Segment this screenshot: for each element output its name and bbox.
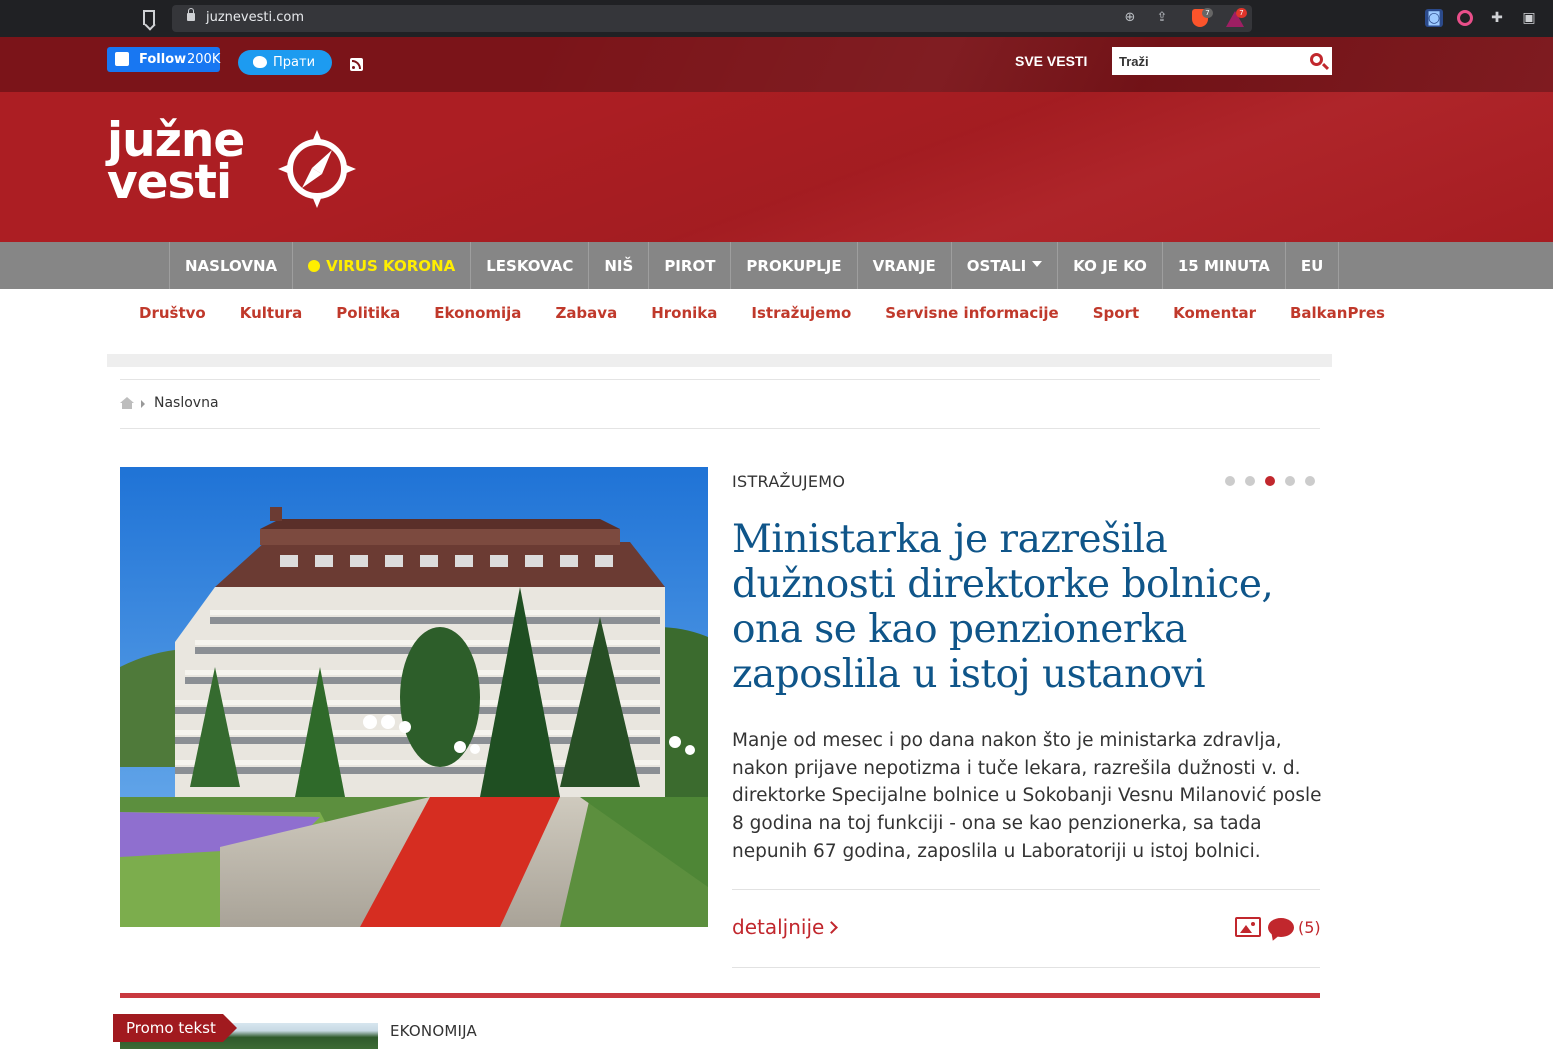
slider-dot[interactable] [1225,476,1235,486]
category-link-istrazujemo[interactable]: Istražujemo [751,304,851,326]
article-category[interactable]: ISTRAŽUJEMO [732,472,845,491]
ad-placeholder-bar [107,354,1332,367]
twitter-follow-button[interactable]: Прати [238,50,332,75]
category-link-drustvo[interactable]: Društvo [139,304,206,326]
share-icon[interactable]: ⇪ [1154,10,1170,26]
article-lead: Manje od mesec i po dana nakon što je mi… [732,730,1322,862]
category-link-zabava[interactable]: Zabava [555,304,617,326]
divider [732,889,1320,890]
nav-item-naslovna[interactable]: NASLOVNA [169,242,292,289]
breadcrumb: Naslovna [120,379,1320,429]
promo-article-category[interactable]: EKONOMIJA [390,1022,477,1040]
category-link-politika[interactable]: Politika [336,304,400,326]
facebook-follow-button[interactable]: Follow 200K [107,47,220,72]
top-bar: Follow 200K Прати SVE VESTI [0,37,1553,92]
facebook-thumb-icon [115,52,129,66]
lock-icon [187,8,195,21]
slider-dot[interactable] [1245,476,1255,486]
zoom-icon[interactable]: ⊕ [1122,10,1138,26]
category-link-servisne-informacije[interactable]: Servisne informacije [885,304,1058,326]
slider-pagination [1225,476,1325,486]
main-navigation: NASLOVNA VIRUS KORONA LESKOVAC NIŠ PIROT… [0,242,1553,289]
read-more-label: detaljnije [732,915,825,939]
featured-article-image[interactable] [120,467,708,927]
rss-icon[interactable] [350,58,363,71]
section-divider [120,993,1320,998]
facebook-follow-count: 200K [187,52,221,67]
nav-item-pirot[interactable]: PIROT [648,242,730,289]
nav-item-15-minuta[interactable]: 15 MINUTA [1161,242,1285,289]
browser-toolbar: juznevesti.com ⊕ ⇪ 7 7 ◙ ✚ ▣ [0,0,1553,37]
category-link-sport[interactable]: Sport [1093,304,1139,326]
virus-icon [308,260,321,272]
slider-dot-active[interactable] [1265,476,1275,486]
compass-logo-icon [278,130,356,208]
category-link-ekonomija[interactable]: Ekonomija [434,304,521,326]
nav-item-leskovac[interactable]: LESKOVAC [470,242,588,289]
facebook-follow-label: Follow [139,52,187,67]
sidebar-toggle-icon[interactable]: ▣ [1520,9,1538,27]
chevron-right-icon [141,400,145,408]
bookmark-icon[interactable] [143,10,155,25]
logo-line2: vesti [107,155,232,211]
category-link-komentar[interactable]: Komentar [1173,304,1256,326]
rewards-badge: 7 [1236,8,1247,18]
nav-item-nis[interactable]: NIŠ [588,242,648,289]
nav-item-ko-je-ko[interactable]: KO JE KO [1057,242,1162,289]
divider [732,967,1320,968]
category-link-balkanpres[interactable]: BalkanPres [1290,304,1385,326]
promo-badge: Promo tekst [113,1014,237,1042]
nav-item-virus-korona[interactable]: VIRUS KORONA [292,242,470,289]
comment-icon[interactable] [1268,918,1294,937]
category-link-hronika[interactable]: Hronika [651,304,717,326]
comment-count[interactable]: (5) [1298,918,1321,937]
site-logo[interactable]: južne vesti [107,117,245,211]
slider-dot[interactable] [1305,476,1315,486]
nav-item-label: OSTALI [966,257,1027,275]
all-news-link[interactable]: SVE VESTI [1015,53,1087,69]
url-text[interactable]: juznevesti.com [206,10,304,25]
search-box [1112,47,1332,75]
extensions-puzzle-icon[interactable]: ✚ [1488,9,1506,27]
category-link-kultura[interactable]: Kultura [240,304,303,326]
twitter-follow-label: Прати [273,55,316,70]
nav-item-ostali[interactable]: OSTALI [950,242,1057,289]
nav-item-prokuplje[interactable]: PROKUPLJE [730,242,856,289]
slider-dot[interactable] [1285,476,1295,486]
read-more-link[interactable]: detaljnije [732,915,839,939]
article-headline[interactable]: Ministarka je razrešila dužnosti direkto… [732,517,1320,697]
color-extension-icon[interactable] [1457,10,1473,26]
shields-badge: 7 [1202,8,1213,18]
breadcrumb-current[interactable]: Naslovna [154,395,219,411]
search-input[interactable] [1112,47,1302,75]
gallery-icon[interactable] [1235,917,1261,937]
caret-down-icon [1032,261,1043,267]
nav-item-vranje[interactable]: VRANJE [856,242,951,289]
screenshot-extension-icon[interactable]: ◙ [1425,9,1443,27]
nav-item-eu[interactable]: EU [1284,242,1340,289]
address-bar[interactable]: juznevesti.com ⊕ ⇪ 7 7 [172,5,1252,32]
home-icon[interactable] [120,397,134,409]
category-navigation: Društvo Kultura Politika Ekonomija Zabav… [122,304,1402,326]
twitter-bird-icon [253,56,267,68]
nav-item-label: VIRUS KORONA [326,257,456,275]
masthead: južne vesti [0,92,1553,242]
search-icon[interactable] [1310,53,1323,66]
chevron-right-icon [825,921,839,934]
